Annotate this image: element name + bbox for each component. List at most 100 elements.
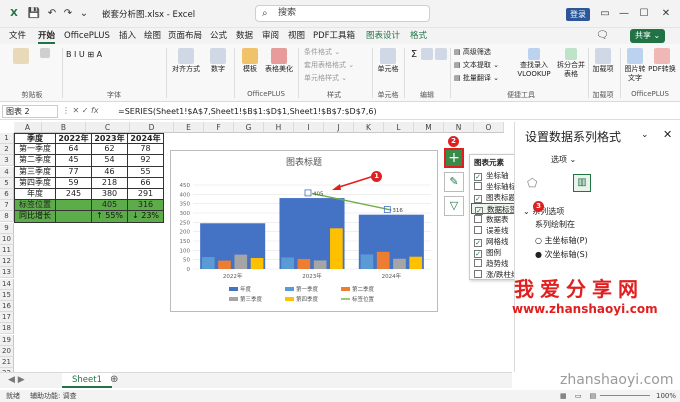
table-cell[interactable]: 同比增长	[14, 211, 56, 223]
checkbox-icon[interactable]: ✓	[474, 239, 482, 247]
table-cell[interactable]: 55	[128, 166, 164, 178]
ribbon-display-icon[interactable]: ▭	[597, 6, 613, 22]
column-header[interactable]: D	[130, 122, 174, 133]
close-icon[interactable]: ✕	[658, 6, 674, 22]
share-button[interactable]: 共享 ⌄	[630, 29, 666, 43]
cells-button[interactable]: 单元格	[376, 48, 400, 74]
table-cell[interactable]: 第二季度	[14, 155, 56, 167]
checkbox-icon[interactable]	[474, 270, 482, 278]
chart-element-item[interactable]: 涨/跌柱线	[474, 269, 519, 280]
chart-filter-icon[interactable]: ▽	[444, 196, 464, 216]
advanced-filter-button[interactable]: ▤ 高级筛选	[454, 48, 510, 57]
column-header[interactable]: F	[204, 122, 234, 133]
table-cell[interactable]: 62	[92, 144, 128, 156]
row-header[interactable]: 15	[0, 289, 14, 301]
pane-options-chevron-icon[interactable]: ⌄	[641, 130, 649, 140]
table-cell[interactable]: 78	[128, 144, 164, 156]
pane-tab-options[interactable]: 选项 ⌄	[551, 154, 576, 165]
column-header[interactable]: E	[174, 122, 204, 133]
tab-draw[interactable]: 绘图	[144, 30, 161, 42]
row-header[interactable]: 6	[0, 189, 14, 200]
secondary-axis-radio[interactable]: ● 次坐标轴(S)	[535, 249, 588, 260]
cut-button[interactable]	[38, 48, 52, 59]
row-header[interactable]: 11	[0, 245, 14, 256]
row-header[interactable]: 8	[0, 211, 14, 223]
sheet-tab-sheet1[interactable]: Sheet1	[62, 373, 112, 388]
paste-button[interactable]	[8, 48, 34, 65]
row-header[interactable]: 18	[0, 323, 14, 335]
row-header[interactable]: 1	[0, 133, 14, 144]
checkbox-icon[interactable]	[474, 226, 482, 234]
zoom-slider[interactable]	[600, 395, 650, 396]
chart-element-item[interactable]: ✓ 网格线	[474, 236, 509, 247]
column-header[interactable]: N	[444, 122, 474, 133]
sum-button[interactable]: Σ	[408, 50, 420, 60]
table-beautify-button[interactable]: 表格美化	[264, 48, 294, 74]
tab-pdf-toolbox[interactable]: PDF工具箱	[313, 30, 355, 42]
comments-icon[interactable]: 🗨	[596, 30, 609, 41]
tab-page-layout[interactable]: 页面布局	[168, 30, 202, 42]
table-header-cell[interactable]: 2023年	[92, 133, 128, 145]
column-header[interactable]: L	[384, 122, 414, 133]
column-header[interactable]: G	[234, 122, 264, 133]
table-cell[interactable]: 第四季度	[14, 177, 56, 189]
row-header[interactable]: 13	[0, 267, 14, 279]
addins-button[interactable]: 加载项	[590, 48, 616, 74]
row-header[interactable]: 16	[0, 301, 14, 312]
table-cell[interactable]	[56, 211, 92, 223]
table-cell[interactable]: 标签位置	[14, 200, 56, 212]
pane-close-icon[interactable]: ✕	[663, 128, 672, 141]
table-cell[interactable]: 59	[56, 177, 92, 189]
template-button[interactable]: 模板	[238, 48, 262, 74]
checkbox-icon[interactable]: ✓	[474, 195, 482, 203]
tab-home[interactable]: 开始	[38, 30, 56, 44]
table-cell[interactable]: 316	[128, 200, 164, 212]
table-cell[interactable]: 218	[92, 177, 128, 189]
cell-styles-button[interactable]: 单元格样式 ⌄	[304, 74, 368, 83]
sort-filter-button[interactable]	[420, 48, 434, 61]
row-header[interactable]: 4	[0, 166, 14, 178]
minimize-icon[interactable]: —	[616, 6, 632, 22]
vlookup-button[interactable]: 查找录入VLOOKUP	[514, 48, 554, 79]
alignment-button[interactable]: 对齐方式	[168, 48, 204, 74]
table-cell[interactable]: 第一季度	[14, 144, 56, 156]
table-cell[interactable]: 第三季度	[14, 166, 56, 178]
login-button[interactable]: 登录	[566, 8, 590, 21]
table-header-cell[interactable]: 2022年	[56, 133, 92, 145]
row-header[interactable]: 21	[0, 357, 14, 368]
sheet-nav-icon[interactable]: ◀ ▶	[8, 375, 25, 385]
table-cell[interactable]: 245	[56, 189, 92, 201]
checkbox-icon[interactable]: ✓	[474, 250, 482, 258]
primary-axis-radio[interactable]: ○ 主坐标轴(P)	[535, 235, 588, 246]
column-header[interactable]: J	[324, 122, 354, 133]
batch-translate-button[interactable]: ▤ 批量翻译 ⌄	[454, 74, 510, 83]
row-header[interactable]: 10	[0, 233, 14, 245]
row-header[interactable]: 20	[0, 345, 14, 357]
column-header[interactable]: I	[294, 122, 324, 133]
row-header[interactable]: 14	[0, 278, 14, 290]
chart-element-item[interactable]: ✓ 图例	[474, 247, 501, 258]
checkbox-icon[interactable]	[474, 215, 482, 223]
text-extract-button[interactable]: ▤ 文本提取 ⌄	[454, 61, 510, 70]
tab-format[interactable]: 格式	[410, 30, 427, 42]
row-header[interactable]: 3	[0, 155, 14, 167]
column-header[interactable]: K	[354, 122, 384, 133]
table-cell[interactable]: 380	[92, 189, 128, 201]
conditional-format-button[interactable]: 条件格式 ⌄	[304, 48, 368, 57]
row-header[interactable]: 2	[0, 144, 14, 156]
row-header[interactable]: 12	[0, 256, 14, 268]
table-cell[interactable]: ↑ 55%	[92, 211, 128, 223]
column-header[interactable]: B	[42, 122, 86, 133]
tab-officeplus[interactable]: OfficePLUS	[64, 30, 110, 42]
table-cell[interactable]: 77	[56, 166, 92, 178]
checkbox-icon[interactable]	[474, 259, 482, 267]
font-controls[interactable]: B I U ⊞ A	[66, 50, 162, 59]
maximize-icon[interactable]: ☐	[636, 6, 652, 22]
save-icon[interactable]: 💾	[26, 6, 42, 22]
chart-styles-brush-icon[interactable]: ✎	[444, 172, 464, 192]
accessibility-status[interactable]: 辅助功能: 调查	[30, 390, 77, 402]
series-options-bar-icon[interactable]: ▥	[573, 174, 591, 192]
fill-pentagon-icon[interactable]: ⬠	[527, 176, 537, 190]
chart-elements-plus-icon[interactable]: +	[444, 148, 464, 168]
table-cell[interactable]	[56, 200, 92, 212]
